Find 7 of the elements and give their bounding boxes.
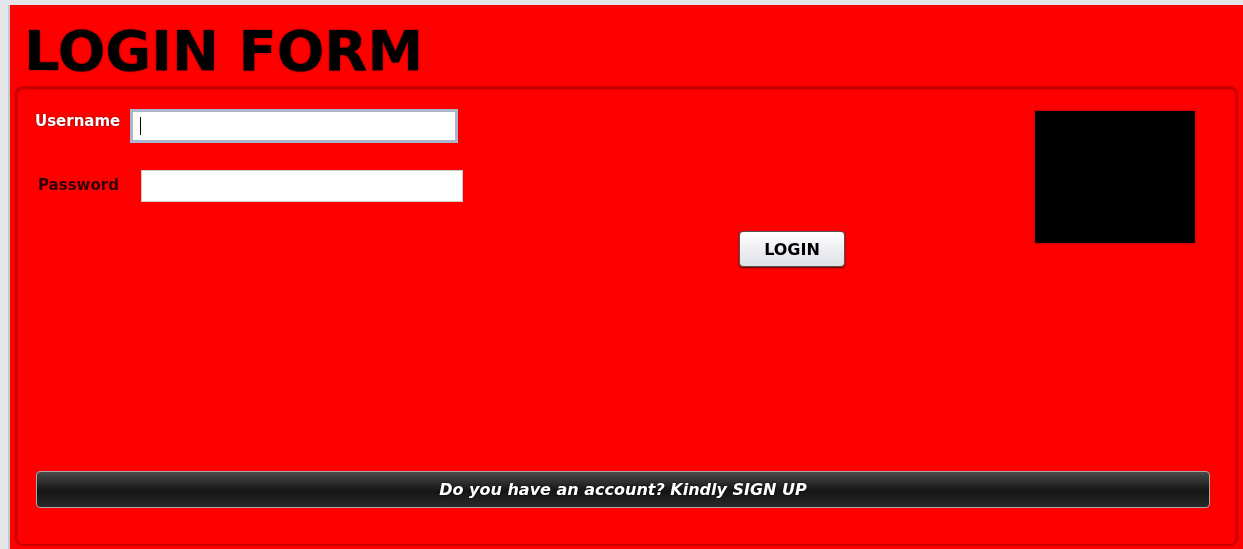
login-button[interactable]: LOGIN — [739, 231, 845, 267]
input-field[interactable] — [140, 170, 463, 202]
field-label: Password — [38, 176, 119, 194]
window-title: LOGIN FORM — [24, 19, 424, 83]
field-label: Username — [35, 112, 121, 130]
input-field[interactable] — [130, 109, 459, 143]
signup-button[interactable]: Do you have an account? Kindly SIGN UP — [36, 471, 1210, 508]
